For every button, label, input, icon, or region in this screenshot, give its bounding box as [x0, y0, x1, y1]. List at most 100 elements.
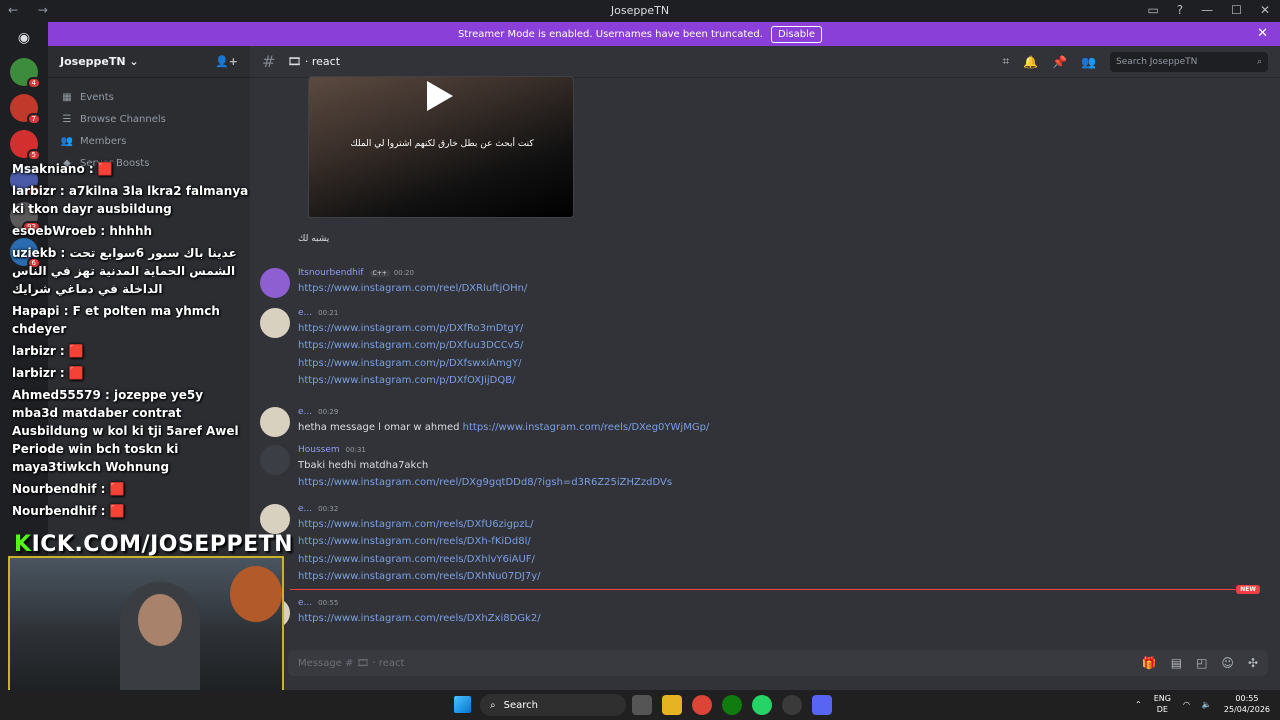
message-header: Itsnourbendhif C++ 00:20 — [298, 268, 414, 278]
search-input[interactable]: Search JoseppeTN ⌕ — [1110, 51, 1268, 72]
composer-tools: 🎁 ▤ ◰ ☺ ✣ — [1142, 656, 1258, 670]
discord-taskbar-icon[interactable] — [812, 695, 832, 715]
message-link[interactable]: https://www.instagram.com/reel/DXg9gqtDD… — [298, 477, 672, 488]
message-composer[interactable]: Message # 🎞 · react 🎁 ▤ ◰ ☺ ✣ — [288, 650, 1268, 676]
message-text: hetha message l omar w ahmed https://www… — [298, 422, 710, 433]
username[interactable]: Itsnourbendhif — [298, 268, 364, 278]
message-header: Houssem 00:31 — [298, 445, 366, 455]
username[interactable]: Houssem — [298, 445, 340, 455]
system-tray: ⌃ ENG DE ◠ 🔈 00:55 25/04/2026 — [1135, 693, 1270, 715]
windows-start-icon[interactable] — [454, 696, 471, 713]
bell-icon[interactable]: 🔔 — [1023, 55, 1038, 69]
browse-icon: ☰ — [62, 113, 72, 125]
file-explorer-icon[interactable] — [662, 695, 682, 715]
message-text: يشبه لك — [298, 234, 330, 244]
obs-icon[interactable] — [782, 695, 802, 715]
close-button[interactable]: ✕ — [1260, 3, 1270, 17]
video-subtitle: كنت أبحث عن بطل خارق لكنهم اشتروا لي الم… — [350, 139, 534, 149]
tray-chevron-icon[interactable]: ⌃ — [1135, 700, 1142, 709]
channel-emoji-icon: 🎞 — [287, 55, 302, 68]
minimize-button[interactable]: — — [1201, 3, 1213, 17]
avatar[interactable] — [260, 268, 290, 298]
language-indicator[interactable]: ENG DE — [1154, 693, 1171, 715]
message-link[interactable]: https://www.instagram.com/p/DXfOXJijDQB/ — [298, 375, 515, 386]
threads-icon[interactable]: ⌗ — [1002, 54, 1009, 69]
username[interactable]: e... — [298, 598, 312, 608]
wifi-icon[interactable]: ◠ — [1183, 700, 1190, 709]
stream-chat-line: larbizr : 🟥 — [12, 344, 84, 358]
search-icon: ⌕ — [1256, 56, 1262, 67]
task-view-icon[interactable] — [632, 695, 652, 715]
message-link[interactable]: https://www.instagram.com/p/DXfuu3DCCv5/ — [298, 340, 523, 351]
message-header: e... 00:29 — [298, 407, 338, 417]
calendar-icon: ▦ — [62, 91, 72, 103]
server-icon[interactable]: 7 — [10, 94, 41, 125]
composer-placeholder: Message # 🎞 · react — [298, 657, 405, 669]
whatsapp-icon[interactable] — [752, 695, 772, 715]
channel-header: # 🎞 · react ⌗ 🔔 📌 👥 Search JoseppeTN ⌕ — [250, 46, 1280, 78]
volume-icon[interactable]: 🔈 — [1202, 700, 1212, 709]
message-link[interactable]: https://www.instagram.com/reels/DXhNu07D… — [298, 571, 541, 582]
taskbar: ⌕ Search ⌃ ENG DE ◠ 🔈 00:55 25/04/2026 — [0, 690, 1280, 720]
username[interactable]: e... — [298, 308, 312, 318]
guild-name: JoseppeTN — [60, 55, 126, 68]
maximize-button[interactable]: ☐ — [1231, 3, 1242, 17]
message-link[interactable]: https://www.instagram.com/reels/DXeg0YWj… — [463, 422, 710, 433]
avatar[interactable] — [260, 407, 290, 437]
pin-icon[interactable]: 📌 — [1052, 55, 1067, 69]
stream-chat-line: larbizr : a7kilna 3la lkra2 falmanya ki … — [12, 184, 249, 216]
message-link[interactable]: https://www.instagram.com/reels/DXhlvY6i… — [298, 554, 535, 565]
message-header: e... 00:32 — [298, 504, 338, 514]
chat-area: # 🎞 · react ⌗ 🔔 📌 👥 Search JoseppeTN ⌕ ك… — [250, 46, 1280, 690]
window-titlebar: ← → JoseppeTN ▭ ? — ☐ ✕ — [0, 0, 1280, 22]
message-link[interactable]: https://www.instagram.com/reel/DXRluftjO… — [298, 283, 527, 294]
message-link[interactable]: https://www.instagram.com/p/DXfswxiAmgY/ — [298, 358, 522, 369]
gif-icon[interactable]: ▤ — [1171, 656, 1182, 670]
username[interactable]: e... — [298, 504, 312, 514]
avatar[interactable] — [260, 445, 290, 475]
channel-events[interactable]: ▦ Events — [48, 86, 250, 108]
message-header: e... 00:55 — [298, 598, 338, 608]
server-icon[interactable]: 4 — [10, 58, 41, 89]
message-text: Tbaki hedhi matdha7akch — [298, 460, 429, 471]
message-link[interactable]: https://www.instagram.com/reels/DXhZxi8D… — [298, 613, 541, 624]
server-icon[interactable]: 5 — [10, 130, 41, 161]
search-icon: ⌕ — [490, 699, 496, 711]
avatar[interactable] — [260, 308, 290, 338]
xbox-icon[interactable] — [722, 695, 742, 715]
discord-home-icon[interactable]: ◉ — [10, 30, 38, 50]
disable-button[interactable]: Disable — [770, 25, 823, 43]
channel-members[interactable]: 👥 Members — [48, 130, 250, 152]
message-header: e... 00:21 — [298, 308, 338, 318]
taskbar-search[interactable]: ⌕ Search — [480, 694, 626, 716]
stream-chat-line: larbizr : 🟥 — [12, 366, 84, 380]
emoji-icon[interactable]: ☺ — [1221, 656, 1234, 670]
members-list-icon[interactable]: 👥 — [1081, 55, 1096, 69]
channel-browse[interactable]: ☰ Browse Channels — [48, 108, 250, 130]
mention-badge: 4 — [26, 77, 41, 89]
timestamp: 00:21 — [318, 309, 339, 317]
timestamp: 00:20 — [393, 269, 414, 277]
new-badge: NEW — [1236, 585, 1260, 594]
chrome-icon[interactable] — [692, 695, 712, 715]
window-title: JoseppeTN — [610, 4, 670, 17]
close-icon[interactable]: ✕ — [1257, 26, 1268, 41]
guild-header[interactable]: JoseppeTN ⌄ 👤+ — [48, 46, 250, 78]
inbox-icon[interactable]: ▭ — [1147, 3, 1158, 17]
timestamp: 00:31 — [345, 446, 366, 454]
message-link[interactable]: https://www.instagram.com/p/DXfRo3mDtgY/ — [298, 323, 523, 334]
message-link[interactable]: https://www.instagram.com/reels/DXfU6zig… — [298, 519, 533, 530]
username[interactable]: e... — [298, 407, 312, 417]
sticker-icon[interactable]: ◰ — [1196, 656, 1207, 670]
hash-icon: # — [262, 52, 276, 71]
video-embed[interactable]: كنت أبحث عن بطل خارق لكنهم اشتروا لي الم… — [308, 76, 574, 218]
invite-icon[interactable]: 👤+ — [215, 55, 238, 68]
avatar[interactable] — [260, 504, 290, 534]
apps-icon[interactable]: ✣ — [1248, 656, 1258, 670]
gift-icon[interactable]: 🎁 — [1142, 656, 1157, 670]
help-icon[interactable]: ? — [1177, 3, 1183, 17]
message-link[interactable]: https://www.instagram.com/reels/DXh-fKiD… — [298, 536, 531, 547]
play-icon[interactable] — [427, 81, 453, 111]
clock[interactable]: 00:55 25/04/2026 — [1224, 693, 1270, 715]
basketball — [230, 566, 282, 622]
